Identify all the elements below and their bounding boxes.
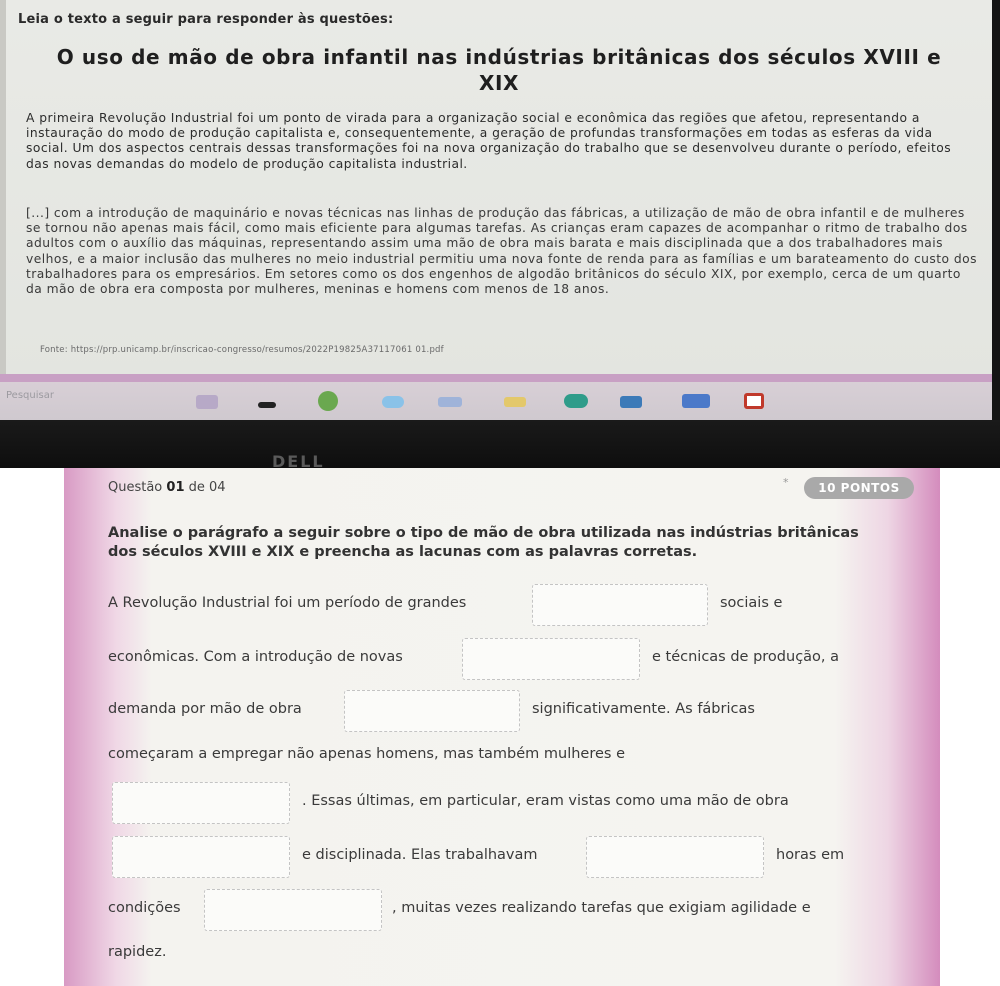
text-segment-12: , muitas vezes realizando tarefas que ex… bbox=[392, 900, 811, 916]
blank-6[interactable] bbox=[586, 836, 764, 878]
blank-2[interactable] bbox=[462, 638, 640, 680]
blank-7[interactable] bbox=[204, 889, 382, 931]
text-segment-1: A Revolução Industrial foi um período de… bbox=[108, 595, 467, 611]
question-card: Questão 01 de 04 * 10 PONTOS Analise o p… bbox=[108, 468, 914, 986]
monitor-bezel bbox=[0, 420, 1000, 468]
blank-4[interactable] bbox=[112, 782, 290, 824]
article-paragraph-1: A primeira Revolução Industrial foi um p… bbox=[26, 111, 952, 171]
text-segment-7: começaram a empregar não apenas homens, … bbox=[108, 746, 626, 762]
text-segment-11: condições bbox=[108, 900, 181, 916]
reading-text-panel: Leia o texto a seguir para responder às … bbox=[0, 0, 992, 382]
points-badge: 10 PONTOS bbox=[804, 477, 914, 499]
brand-logo: DELL bbox=[272, 452, 325, 468]
text-segment-5: demanda por mão de obra bbox=[108, 701, 302, 717]
mail-icon[interactable] bbox=[682, 394, 710, 408]
reading-text-photo: Leia o texto a seguir para responder às … bbox=[0, 0, 1000, 468]
question-photo: Questão 01 de 04 * 10 PONTOS Analise o p… bbox=[64, 468, 940, 986]
article-title: O uso de mão de obra infantil nas indúst… bbox=[56, 45, 942, 95]
browser-icon[interactable] bbox=[564, 394, 588, 408]
text-segment-3: econômicas. Com a introdução de novas bbox=[108, 649, 403, 665]
copilot-icon[interactable] bbox=[438, 397, 462, 407]
article-paragraph-2: [...] com a introdução de maquinário e n… bbox=[26, 206, 977, 297]
blank-5[interactable] bbox=[112, 836, 290, 878]
required-star: * bbox=[783, 476, 789, 489]
text-segment-4: e técnicas de produção, a bbox=[652, 649, 840, 665]
store-icon[interactable] bbox=[620, 396, 642, 408]
task-view-icon[interactable] bbox=[258, 402, 276, 408]
question-number-suffix: de 04 bbox=[184, 480, 226, 495]
text-segment-8: . Essas últimas, em particular, eram vis… bbox=[302, 793, 789, 809]
instruction-text: Leia o texto a seguir para responder às … bbox=[18, 12, 394, 27]
question-number: Questão 01 de 04 bbox=[108, 480, 226, 495]
text-segment-10: horas em bbox=[776, 847, 845, 863]
text-segment-9: e disciplinada. Elas trabalhavam bbox=[302, 847, 538, 863]
file-explorer-icon[interactable] bbox=[504, 397, 526, 407]
source-citation: Fonte: https://prp.unicamp.br/inscricao-… bbox=[40, 345, 444, 355]
blank-1[interactable] bbox=[532, 584, 708, 626]
app-icon[interactable] bbox=[744, 393, 764, 409]
text-segment-2: sociais e bbox=[720, 595, 783, 611]
text-segment-6: significativamente. As fábricas bbox=[532, 701, 755, 717]
blank-3[interactable] bbox=[344, 690, 520, 732]
question-number-value: 01 bbox=[166, 480, 185, 495]
question-number-prefix: Questão bbox=[108, 480, 167, 495]
taskbar: Pesquisar bbox=[0, 382, 992, 420]
widgets-icon[interactable] bbox=[196, 395, 218, 409]
taskbar-search[interactable]: Pesquisar bbox=[6, 390, 54, 401]
chrome-icon[interactable] bbox=[318, 391, 338, 411]
question-prompt: Analise o parágrafo a seguir sobre o tip… bbox=[108, 525, 859, 560]
edge-icon[interactable] bbox=[382, 396, 404, 408]
text-segment-13: rapidez. bbox=[108, 944, 167, 960]
